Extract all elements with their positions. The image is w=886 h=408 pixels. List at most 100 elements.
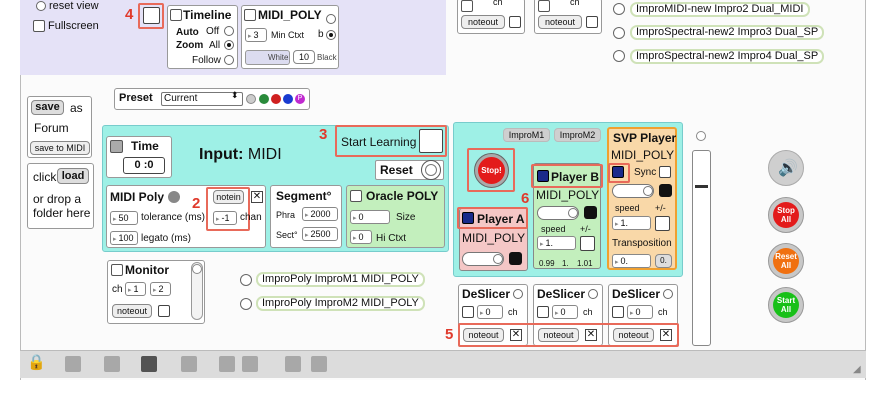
deslicer-3-value[interactable]: 0 [627,305,653,319]
file-radio-1[interactable] [613,3,625,15]
master-volume-slider[interactable] [692,150,711,346]
deslicer-2-close[interactable]: ✕ [585,329,597,341]
svp-plusminus-toggle[interactable] [655,216,670,231]
stop-all-button[interactable]: Stop All [773,202,799,228]
player-b-slider-knob[interactable] [568,208,578,218]
monitor-noteout-toggle[interactable] [158,305,170,317]
preset-stepper-icon[interactable]: ⬍ [231,90,239,101]
impro-item-2[interactable]: ImproPoly ImproM2 MIDI_POLY [256,296,425,311]
reset-view-radio[interactable] [36,1,46,11]
top-toggle-2[interactable] [538,0,550,12]
player-b-toggle[interactable] [537,170,549,182]
top-noteout-1[interactable]: noteout [461,15,505,29]
player-a-toggle[interactable] [462,212,474,224]
move-icon[interactable] [104,356,120,372]
snap-icon[interactable] [311,356,327,372]
svp-trans-small[interactable]: 0. [655,254,672,268]
sect-value[interactable]: 2500 [302,227,338,241]
master-volume-handle[interactable] [695,185,708,188]
save-to-midi-button[interactable]: save to MIDI [30,141,90,155]
svp-trans-value[interactable]: 0. [612,254,651,268]
top-noteout-toggle-2[interactable] [586,16,598,28]
impro-item-1[interactable]: ImproPoly ImproM1 MIDI_POLY [256,272,425,287]
window-icon-2[interactable] [242,356,258,372]
preset-dot-blue[interactable] [283,94,293,104]
svp-toggle[interactable] [612,166,624,178]
top-noteout-2[interactable]: noteout [538,15,582,29]
add-icon[interactable] [65,356,81,372]
monitor-slider-knob[interactable] [192,264,202,274]
svp-slider-knob[interactable] [643,186,653,196]
legato-value[interactable]: 100 [110,231,138,245]
load-button[interactable]: load [57,168,89,184]
top-noteout-toggle-1[interactable] [509,16,521,28]
timeline-off-radio[interactable] [224,26,234,36]
notein-button[interactable]: notein [213,190,244,204]
preset-dot-green[interactable] [259,94,269,104]
start-learning-toggle[interactable] [419,129,443,153]
deslicer-1-radio[interactable] [513,289,523,299]
player-b-black-toggle[interactable] [584,206,597,219]
save-button[interactable]: save [31,100,64,115]
timeline-toggle[interactable] [170,9,182,21]
lock-icon[interactable]: 🔒 [27,353,46,371]
player-b-speed-value[interactable]: 1. [537,236,576,250]
resize-grip-icon[interactable]: ◢ [853,364,861,375]
preset-dot-gray[interactable] [246,94,256,104]
svp-speed-value[interactable]: 1. [612,216,651,230]
black-value[interactable]: 10 [293,50,315,64]
window-icon-1[interactable] [219,356,235,372]
deslicer-1-close[interactable]: ✕ [510,329,522,341]
file-item-1[interactable]: ImproMIDI-new Impro2 Dual_MIDI [630,2,810,17]
deslicer-2-noteout[interactable]: noteout [538,328,579,342]
monitor-noteout[interactable]: noteout [112,304,152,318]
tolerance-value[interactable]: 50 [110,211,138,225]
monitor-toggle[interactable] [111,264,123,276]
start-all-button[interactable]: Start All [773,292,799,318]
oracle-toggle[interactable] [350,190,362,202]
deslicer-1-toggle[interactable] [462,306,474,318]
tab-impro-m2[interactable]: ImproM2 [554,128,601,142]
stop-button-inner[interactable]: Stop! [478,157,505,184]
deslicer-1-value[interactable]: 0 [477,305,503,319]
reset-all-button[interactable]: Reset All [773,248,799,274]
player-a-slider-knob[interactable] [493,254,503,264]
deslicer-2-radio[interactable] [588,289,598,299]
oracle-hictxt-value[interactable]: 0 [350,230,372,244]
preset-dot-purple[interactable]: P [295,94,305,104]
timeline-follow-radio[interactable] [224,55,234,65]
midi-poly-b-radio[interactable] [326,30,336,40]
preset-dot-red[interactable] [271,94,281,104]
info-icon[interactable] [181,356,197,372]
presentation-icon[interactable] [141,356,157,372]
monitor-ch-2[interactable]: 2 [150,282,171,296]
midi-poly-toggle[interactable] [244,9,256,21]
top-toggle-1[interactable] [461,0,473,12]
impro-radio-2[interactable] [240,298,252,310]
time-toggle[interactable] [110,140,123,153]
oracle-size-value[interactable]: 0 [350,210,390,224]
grid-icon[interactable] [285,356,301,372]
file-item-3[interactable]: ImproSpectral-new2 Impro4 Dual_SP [630,49,825,64]
tab-impro-m1[interactable]: ImproM1 [503,128,550,142]
monitor-ch-1[interactable]: 1 [125,282,146,296]
deslicer-2-toggle[interactable] [537,306,549,318]
chan-value[interactable]: -1 [213,211,237,225]
svp-sync-toggle[interactable] [659,166,671,178]
deslicer-3-toggle[interactable] [612,306,624,318]
notein-close-button[interactable]: ✕ [251,191,263,203]
deslicer-3-radio[interactable] [663,289,673,299]
deslicer-1-noteout[interactable]: noteout [463,328,504,342]
file-radio-2[interactable] [613,27,625,39]
file-radio-3[interactable] [613,50,625,62]
fullscreen-checkbox[interactable] [33,20,45,32]
impro-radio-1[interactable] [240,274,252,286]
player-b-plusminus-toggle[interactable] [580,236,595,251]
timeline-all-radio[interactable] [224,40,234,50]
deslicer-3-noteout[interactable]: noteout [613,328,654,342]
deslicer-2-value[interactable]: 0 [552,305,578,319]
midi-poly-channel[interactable]: 3 [245,28,267,42]
deslicer-3-close[interactable]: ✕ [660,329,672,341]
master-slider-bang[interactable] [696,131,706,141]
big-toggle[interactable] [143,7,160,24]
